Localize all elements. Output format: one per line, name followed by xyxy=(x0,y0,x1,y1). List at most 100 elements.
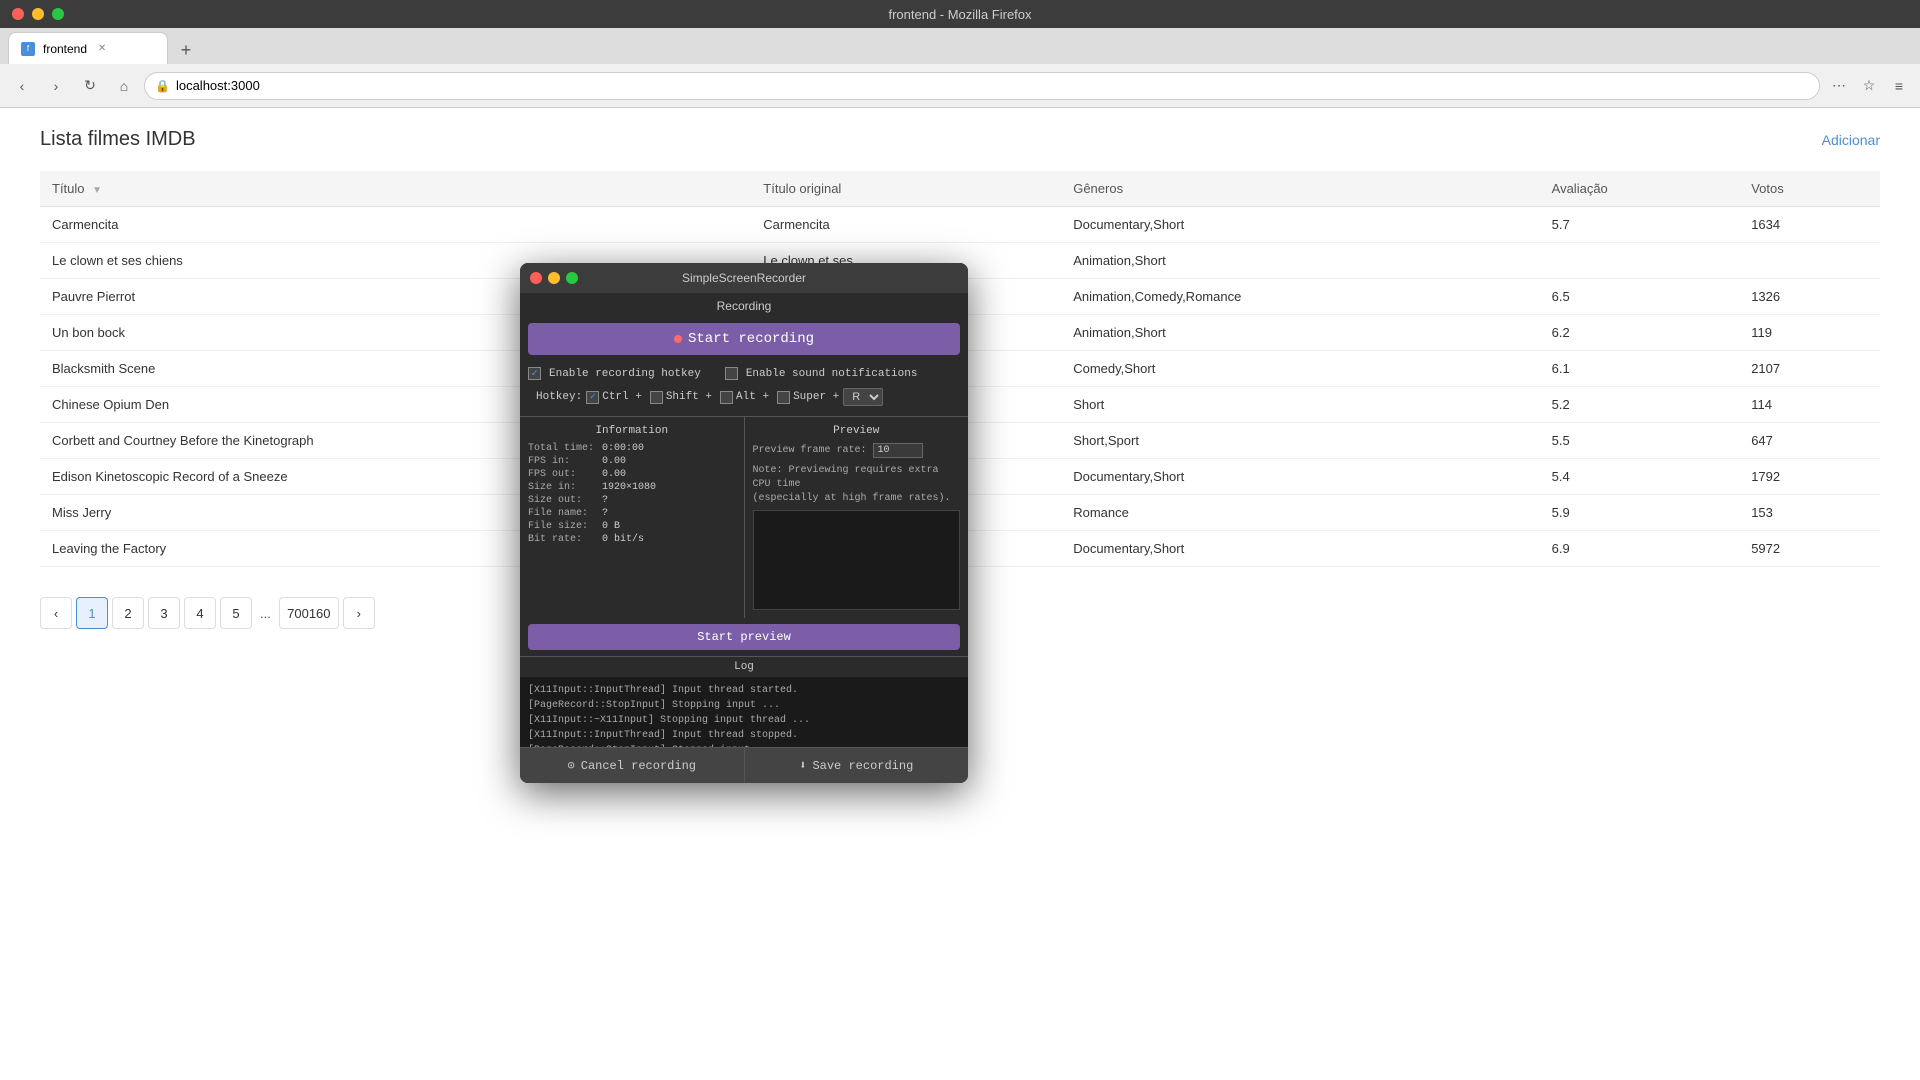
col-avaliacao: Avaliação xyxy=(1540,171,1740,207)
cell-votos: 1792 xyxy=(1739,459,1880,495)
ssr-close-btn[interactable] xyxy=(530,272,542,284)
toolbar-icons: ⋯ ☆ ≡ xyxy=(1826,73,1912,99)
cancel-recording-button[interactable]: ⊙ Cancel recording xyxy=(520,748,745,783)
new-tab-button[interactable]: + xyxy=(172,36,200,64)
cell-avaliacao: 6.5 xyxy=(1540,279,1740,315)
hotkey-key-select[interactable]: R xyxy=(843,388,883,406)
back-button[interactable]: ‹ xyxy=(8,72,36,100)
page-5-button[interactable]: 5 xyxy=(220,597,252,629)
super-group: Super + xyxy=(777,391,839,404)
ssr-log-section: Log [X11Input::InputThread] Input thread… xyxy=(520,656,968,747)
super-checkbox[interactable] xyxy=(777,391,790,404)
alt-group: Alt + xyxy=(720,391,769,404)
ssr-min-btn[interactable] xyxy=(548,272,560,284)
info-val: 0.00 xyxy=(602,469,626,480)
recording-dot xyxy=(674,335,682,343)
save-icon: ⬇ xyxy=(799,758,806,773)
info-val: 0:00:00 xyxy=(602,443,644,454)
preview-note: Note: Previewing requires extra CPU time… xyxy=(753,464,961,506)
info-row: File name: ? xyxy=(528,508,736,519)
info-row: Size out: ? xyxy=(528,495,736,506)
info-key: Size in: xyxy=(528,482,598,493)
url-input[interactable] xyxy=(176,78,1809,93)
ctrl-group: Ctrl + xyxy=(586,391,642,404)
info-val: ? xyxy=(602,508,608,519)
cell-avaliacao: 5.7 xyxy=(1540,207,1740,243)
page-4-button[interactable]: 4 xyxy=(184,597,216,629)
preview-panel-title: Preview xyxy=(753,425,961,437)
info-row: File size: 0 B xyxy=(528,521,736,532)
ctrl-label: Ctrl + xyxy=(602,391,642,403)
preview-frame-rate-input[interactable] xyxy=(873,443,923,458)
save-recording-button[interactable]: ⬇ Save recording xyxy=(745,748,969,783)
cell-votos: 153 xyxy=(1739,495,1880,531)
enable-sound-checkbox[interactable] xyxy=(725,367,738,380)
adicionar-button[interactable]: Adicionar xyxy=(1822,132,1880,148)
browser-tab[interactable]: f frontend ✕ xyxy=(8,32,168,64)
log-content: [X11Input::InputThread] Input thread sta… xyxy=(520,677,968,747)
alt-checkbox[interactable] xyxy=(720,391,733,404)
extensions-icon[interactable]: ⋯ xyxy=(1826,73,1852,99)
save-recording-label: Save recording xyxy=(812,759,913,773)
bookmark-icon[interactable]: ☆ xyxy=(1856,73,1882,99)
shift-checkbox[interactable] xyxy=(650,391,663,404)
log-line: [X11Input::InputThread] Input thread sto… xyxy=(528,728,960,743)
settings-icon[interactable]: ≡ xyxy=(1886,73,1912,99)
forward-button[interactable]: › xyxy=(42,72,70,100)
cell-avaliacao: 5.4 xyxy=(1540,459,1740,495)
home-button[interactable]: ⌂ xyxy=(110,72,138,100)
cell-generos: Documentary,Short xyxy=(1061,459,1539,495)
alt-label: Alt + xyxy=(736,391,769,403)
reload-button[interactable]: ↻ xyxy=(76,72,104,100)
start-recording-label: Start recording xyxy=(688,331,814,347)
close-traffic-light[interactable] xyxy=(12,8,24,20)
log-line: [X11Input::InputThread] Input thread sta… xyxy=(528,683,960,698)
page-1-button[interactable]: 1 xyxy=(76,597,108,629)
tab-close-btn[interactable]: ✕ xyxy=(95,42,109,56)
ssr-traffic-lights xyxy=(530,272,578,284)
cell-generos: Animation,Short xyxy=(1061,243,1539,279)
cell-generos: Documentary,Short xyxy=(1061,531,1539,567)
info-val: 0 B xyxy=(602,521,620,532)
sort-icon-titulo: ▼ xyxy=(92,185,102,196)
info-row: FPS in: 0.00 xyxy=(528,456,736,467)
maximize-traffic-light[interactable] xyxy=(52,8,64,20)
enable-hotkey-checkbox[interactable] xyxy=(528,367,541,380)
page-3-button[interactable]: 3 xyxy=(148,597,180,629)
ctrl-checkbox[interactable] xyxy=(586,391,599,404)
next-page-button[interactable]: › xyxy=(343,597,375,629)
last-page-button[interactable]: 700160 xyxy=(279,597,339,629)
cell-avaliacao: 5.5 xyxy=(1540,423,1740,459)
cell-generos: Documentary,Short xyxy=(1061,207,1539,243)
ssr-titlebar: SimpleScreenRecorder xyxy=(520,263,968,293)
info-row: Bit rate: 0 bit/s xyxy=(528,534,736,545)
ssr-max-btn[interactable] xyxy=(566,272,578,284)
info-key: Bit rate: xyxy=(528,534,598,545)
info-val: 1920×1080 xyxy=(602,482,656,493)
cell-votos: 114 xyxy=(1739,387,1880,423)
start-recording-button[interactable]: Start recording xyxy=(528,323,960,355)
ssr-recording-section: Recording xyxy=(520,293,968,319)
enable-sound-label: Enable sound notifications xyxy=(746,368,918,380)
col-generos: Gêneros xyxy=(1061,171,1539,207)
ssr-preview-panel: Preview Preview frame rate: Note: Previe… xyxy=(745,417,969,618)
cell-generos: Animation,Comedy,Romance xyxy=(1061,279,1539,315)
cell-titulo-original: Carmencita xyxy=(751,207,1061,243)
window-title: frontend - Mozilla Firefox xyxy=(888,7,1031,22)
cell-votos: 647 xyxy=(1739,423,1880,459)
preview-frame-rate-label: Preview frame rate: xyxy=(753,445,867,456)
cell-votos: 5972 xyxy=(1739,531,1880,567)
start-preview-button[interactable]: Start preview xyxy=(528,624,960,650)
ssr-info-panel: Information Total time: 0:00:00 FPS in: … xyxy=(520,417,745,618)
info-val: 0.00 xyxy=(602,456,626,467)
page-2-button[interactable]: 2 xyxy=(112,597,144,629)
info-key: Total time: xyxy=(528,443,598,454)
cell-votos: 1326 xyxy=(1739,279,1880,315)
info-key: File name: xyxy=(528,508,598,519)
info-rows: Total time: 0:00:00 FPS in: 0.00 FPS out… xyxy=(528,443,736,545)
minimize-traffic-light[interactable] xyxy=(32,8,44,20)
info-val: ? xyxy=(602,495,608,506)
main-content: Lista filmes IMDB Adicionar Título ▼ Tít… xyxy=(0,108,1920,1080)
prev-page-button[interactable]: ‹ xyxy=(40,597,72,629)
col-titulo[interactable]: Título ▼ xyxy=(40,171,751,207)
